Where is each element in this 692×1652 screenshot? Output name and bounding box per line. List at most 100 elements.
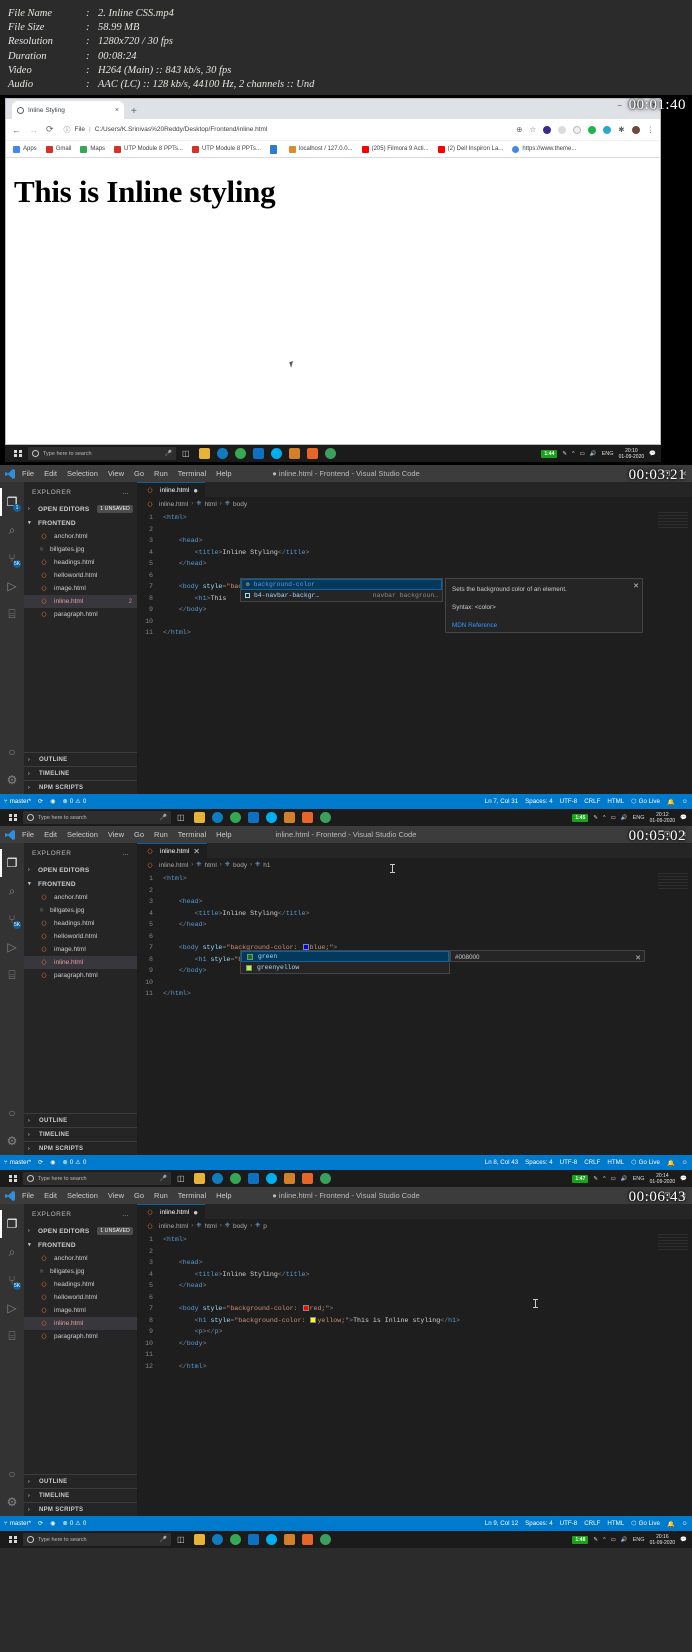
eol-setting[interactable]: CRLF — [584, 1520, 600, 1527]
settings-button[interactable]: ⚙ — [0, 766, 24, 794]
file-explorer-icon[interactable] — [193, 812, 205, 823]
minimize-icon[interactable]: – — [618, 102, 622, 109]
start-button[interactable] — [3, 813, 23, 822]
editor-minimap[interactable] — [658, 1234, 688, 1252]
breadcrumb-body[interactable]: body — [233, 862, 247, 869]
menu-help[interactable]: Help — [216, 469, 231, 478]
sync-button[interactable]: ⟳ — [38, 798, 43, 805]
git-branch-indicator[interactable]: ⑂ master* — [4, 798, 31, 805]
accounts-button[interactable]: ○ — [0, 738, 24, 766]
menu-go[interactable]: Go — [134, 1191, 144, 1200]
menu-go[interactable]: Go — [134, 469, 144, 478]
sidebar-item-search[interactable]: ⌕ — [0, 1238, 24, 1266]
accounts-button[interactable]: ○ — [0, 1460, 24, 1488]
skype-icon[interactable] — [270, 448, 282, 459]
browser2-icon[interactable] — [319, 1534, 331, 1545]
bookmark-item[interactable]: localhost / 127.0.0... — [288, 145, 353, 153]
vscode-icon[interactable] — [252, 448, 264, 459]
feedback-smiley-icon[interactable]: ☺ — [682, 1159, 688, 1166]
language-indicator[interactable]: ENG — [602, 451, 614, 457]
file-item-headings[interactable]: 〈〉 headings.html — [24, 556, 137, 569]
photos-icon[interactable] — [288, 448, 300, 459]
start-button[interactable] — [8, 449, 28, 458]
breadcrumb-html[interactable]: html — [204, 862, 216, 869]
breadcrumb-body[interactable]: body — [233, 1223, 247, 1230]
code-editor[interactable]: 〈〉 inline.html ● 〈〉 inline.html › ⎈ html… — [137, 1204, 692, 1516]
breadcrumb-file[interactable]: inline.html — [159, 501, 188, 508]
sidebar-item-explorer[interactable]: ❐ — [0, 849, 24, 877]
autocomplete-item-background-color[interactable]: ⚙ background-color — [241, 579, 442, 590]
microphone-icon[interactable]: 🎤 — [160, 814, 167, 821]
file-item-headings[interactable]: 〈〉 headings.html — [24, 917, 137, 930]
bookmark-item[interactable]: Gmail — [45, 145, 71, 153]
filmora-icon[interactable] — [301, 1173, 313, 1184]
vscode-icon[interactable] — [247, 812, 259, 823]
file-item-paragraph[interactable]: 〈〉 paragraph.html — [24, 969, 137, 982]
menu-view[interactable]: View — [108, 830, 124, 839]
file-item-inline[interactable]: 〈〉 inline.html — [24, 956, 137, 969]
cursor-position[interactable]: Ln 7, Col 31 — [485, 798, 518, 805]
bookmark-item[interactable]: https://www.theme... — [512, 145, 576, 153]
explorer-more-icon[interactable]: … — [122, 850, 129, 857]
notifications-bell-icon[interactable]: 🔔 — [667, 1520, 675, 1528]
menu-terminal[interactable]: Terminal — [178, 469, 206, 478]
sidebar-item-source-control[interactable]: ⑂ 5K — [0, 1266, 24, 1294]
task-view-icon[interactable]: ◫ — [177, 1535, 185, 1544]
live-share-indicator[interactable]: ◉ — [50, 1520, 55, 1527]
file-item-helloworld[interactable]: 〈〉 helloworld.html — [24, 569, 137, 582]
file-item-image[interactable]: 〈〉 image.html — [24, 1304, 137, 1317]
bookmark-item[interactable]: (205) Filmora 9 Acti... — [361, 145, 429, 153]
breadcrumb-h1[interactable]: h1 — [263, 862, 270, 869]
autocomplete-popup[interactable]: ⚙ background-color b4-navbar-backgr… nav… — [240, 578, 443, 602]
tray-expand-icon[interactable]: ^ — [603, 1537, 606, 1543]
indentation-setting[interactable]: Spaces: 4 — [525, 798, 553, 805]
bookmark-item[interactable]: Apps — [13, 145, 37, 153]
menu-selection[interactable]: Selection — [67, 830, 98, 839]
pane-npm-scripts[interactable]: › NPM SCRIPTS — [24, 1502, 137, 1516]
language-indicator[interactable]: ENG — [633, 1537, 645, 1543]
photos-icon[interactable] — [283, 1173, 295, 1184]
language-mode[interactable]: HTML — [607, 798, 624, 805]
new-tab-button[interactable]: + — [131, 106, 137, 117]
eol-setting[interactable]: CRLF — [584, 1159, 600, 1166]
open-editors-section[interactable]: › OPEN EDITORS — [24, 863, 137, 877]
autocomplete-item-b4-navbar[interactable]: b4-navbar-backgr… navbar backgroun… — [241, 590, 442, 601]
close-icon[interactable]: ✕ — [633, 581, 639, 593]
vscode-icon[interactable] — [247, 1534, 259, 1545]
notifications-bell-icon[interactable]: 🔔 — [667, 798, 675, 806]
pane-npm-scripts[interactable]: › NPM SCRIPTS — [24, 1141, 137, 1155]
color-autocomplete-popup[interactable]: green greenyellow — [240, 950, 450, 974]
breadcrumb-html[interactable]: html — [204, 501, 216, 508]
file-explorer-icon[interactable] — [198, 448, 210, 459]
tray-expand-icon[interactable]: ^ — [603, 815, 606, 821]
git-branch-indicator[interactable]: ⑂ master* — [4, 1520, 31, 1527]
browser2-icon[interactable] — [324, 448, 336, 459]
sidebar-item-search[interactable]: ⌕ — [0, 877, 24, 905]
extension-icon-4[interactable] — [588, 125, 597, 134]
explorer-more-icon[interactable]: … — [122, 1211, 129, 1218]
menu-edit[interactable]: Edit — [44, 1191, 57, 1200]
file-item-headings[interactable]: 〈〉 headings.html — [24, 1278, 137, 1291]
forward-icon[interactable]: → — [29, 125, 38, 135]
volume-icon[interactable]: 🔊 — [621, 1537, 628, 1543]
menu-view[interactable]: View — [108, 469, 124, 478]
open-editors-section[interactable]: › OPEN EDITORS 1 UNSAVED — [24, 502, 137, 516]
indentation-setting[interactable]: Spaces: 4 — [525, 1159, 553, 1166]
problems-indicator[interactable]: ⊗ 0 ⚠ 0 — [63, 1520, 87, 1527]
taskbar-clock[interactable]: 20:12 01-09-2020 — [650, 812, 676, 824]
microphone-icon[interactable]: 🎤 — [160, 1175, 167, 1182]
pen-icon[interactable]: ✎ — [593, 815, 598, 821]
taskbar-clock[interactable]: 20:16 01-09-2020 — [650, 1534, 676, 1546]
network-icon[interactable]: ▭ — [611, 1176, 616, 1182]
photos-icon[interactable] — [283, 1534, 295, 1545]
file-item-inline[interactable]: 〈〉 inline.html 2 — [24, 595, 137, 608]
start-button[interactable] — [3, 1174, 23, 1183]
menu-help[interactable]: Help — [216, 830, 231, 839]
menu-help[interactable]: Help — [216, 1191, 231, 1200]
start-button[interactable] — [3, 1535, 23, 1544]
menu-file[interactable]: File — [22, 469, 34, 478]
folder-section[interactable]: ▾ FRONTEND — [24, 877, 137, 891]
pen-icon[interactable]: ✎ — [593, 1537, 598, 1543]
menu-edit[interactable]: Edit — [44, 469, 57, 478]
taskbar-clock[interactable]: 20:10 01-09-2020 — [619, 448, 645, 460]
